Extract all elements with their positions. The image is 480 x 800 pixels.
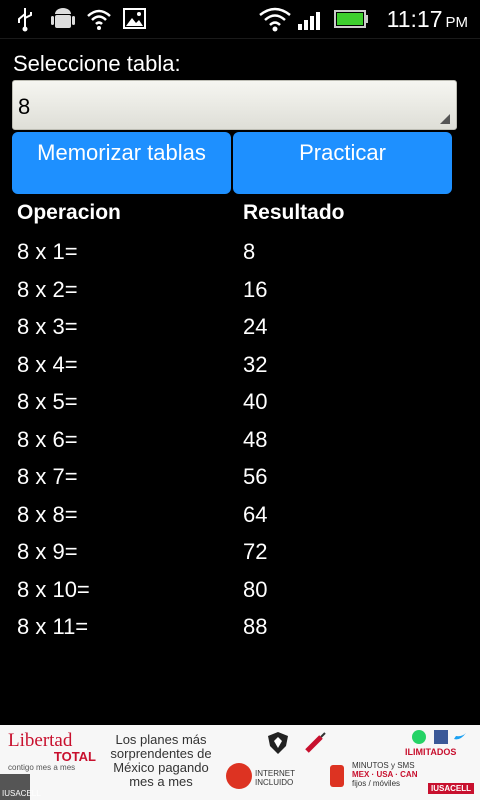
table-row: 8 x 8= 64 bbox=[0, 502, 480, 540]
clock: 11:17 PM bbox=[387, 6, 468, 33]
result-cell: 72 bbox=[243, 539, 268, 564]
clock-time: 11:17 bbox=[386, 6, 443, 32]
result-cell: 16 bbox=[243, 276, 268, 302]
practice-button[interactable]: Practicar bbox=[233, 132, 452, 194]
operation-cell: 8 x 9= bbox=[17, 539, 78, 564]
facebook-icon bbox=[434, 730, 448, 744]
operation-cell: 8 x 1= bbox=[17, 239, 78, 264]
result-cell: 88 bbox=[243, 614, 268, 639]
ad-minutes-line1: MINUTOS y SMS bbox=[352, 761, 415, 770]
operation-cell: 8 x 10= bbox=[17, 576, 90, 602]
header-result: Resultado bbox=[243, 201, 345, 224]
ad-badge: IUSACELL bbox=[0, 774, 41, 800]
image-icon bbox=[123, 8, 146, 29]
ad-internet-line2: INCLUIDO bbox=[255, 778, 294, 787]
cell-signal-icon bbox=[298, 12, 320, 30]
table-row: 8 x 3= 24 bbox=[0, 314, 480, 352]
ad-brand-line2: TOTAL bbox=[53, 749, 96, 764]
table-row: 8 x 6= 48 bbox=[0, 427, 480, 465]
ad-minutes: MINUTOS y SMS MEX · USA · CAN fijos / mó… bbox=[352, 761, 417, 788]
android-icon bbox=[51, 8, 75, 28]
status-bar: 11:17 PM bbox=[0, 0, 480, 39]
social-icons bbox=[412, 730, 466, 744]
wifi-signal-icon bbox=[259, 7, 291, 32]
internet-icon bbox=[226, 763, 252, 789]
ad-brand-line1: Libertad bbox=[8, 730, 73, 751]
spinner-indicator-icon bbox=[440, 114, 450, 124]
ad-badge-label: IUSACELL bbox=[2, 789, 41, 798]
ad-brand-logo: Libertad TOTAL contigo mes a mes bbox=[8, 731, 96, 773]
table-row: 8 x 9= 72 bbox=[0, 539, 480, 577]
operation-cell: 8 x 8= bbox=[17, 501, 78, 527]
ad-internet: INTERNET INCLUIDO bbox=[255, 769, 295, 787]
result-cell: 32 bbox=[243, 351, 268, 377]
result-cell: 8 bbox=[243, 239, 256, 264]
operation-cell: 8 x 6= bbox=[17, 426, 78, 452]
operation-cell: 8 x 11= bbox=[17, 614, 89, 639]
result-cell: 48 bbox=[243, 426, 268, 452]
syringe-icon bbox=[305, 732, 326, 753]
table-row: 8 x 4= 32 bbox=[0, 352, 480, 390]
operation-cell: 8 x 3= bbox=[17, 314, 78, 339]
operation-cell: 8 x 2= bbox=[17, 276, 78, 302]
result-cell: 56 bbox=[243, 464, 268, 489]
ad-minutes-line3: fijos / móviles bbox=[352, 779, 401, 788]
result-cell: 40 bbox=[243, 389, 268, 414]
header-operation: Operacion bbox=[17, 201, 121, 224]
result-cell: 80 bbox=[243, 576, 268, 602]
table-body: 8 x 1= 8 8 x 2= 16 8 x 3= 24 8 x 4= 32 8 x 5… bbox=[0, 239, 480, 652]
ad-ilimitados: ILIMITADOS bbox=[405, 747, 457, 757]
clock-ampm: PM bbox=[445, 14, 469, 31]
whatsapp-icon bbox=[412, 730, 426, 744]
memorize-button[interactable]: Memorizar tablas bbox=[12, 132, 231, 194]
ad-banner[interactable]: Libertad TOTAL contigo mes a mes Los pla… bbox=[0, 725, 480, 800]
ad-minutes-line2: MEX · USA · CAN bbox=[352, 770, 418, 779]
operation-cell: 8 x 4= bbox=[17, 351, 78, 377]
result-cell: 64 bbox=[243, 501, 268, 527]
ad-text: Los planes más sorprendentes de México p… bbox=[110, 732, 212, 789]
table-row: 8 x 10= 80 bbox=[0, 577, 480, 615]
usb-icon bbox=[18, 8, 32, 32]
select-label: Seleccione tabla: bbox=[13, 51, 181, 76]
battery-icon bbox=[334, 10, 368, 28]
spinner-value: 8 bbox=[18, 94, 31, 119]
wifi-icon bbox=[87, 9, 111, 30]
table-row: 8 x 1= 8 bbox=[0, 239, 480, 277]
shield-icon bbox=[268, 732, 288, 754]
operation-cell: 8 x 5= bbox=[17, 389, 78, 414]
operation-cell: 8 x 7= bbox=[17, 464, 78, 489]
result-cell: 24 bbox=[243, 314, 268, 339]
table-spinner[interactable]: 8 bbox=[12, 80, 457, 130]
table-row: 8 x 2= 16 bbox=[0, 277, 480, 315]
table-row: 8 x 7= 56 bbox=[0, 464, 480, 502]
table-row: 8 x 5= 40 bbox=[0, 389, 480, 427]
twitter-icon bbox=[454, 733, 466, 740]
ad-brand-line3: contigo mes a mes bbox=[8, 763, 76, 772]
ad-carrier-logo: IUSACELL bbox=[428, 783, 474, 794]
ad-internet-line1: INTERNET bbox=[255, 769, 295, 778]
phone-icon bbox=[330, 765, 344, 787]
table-row: 8 x 11= 88 bbox=[0, 614, 480, 652]
